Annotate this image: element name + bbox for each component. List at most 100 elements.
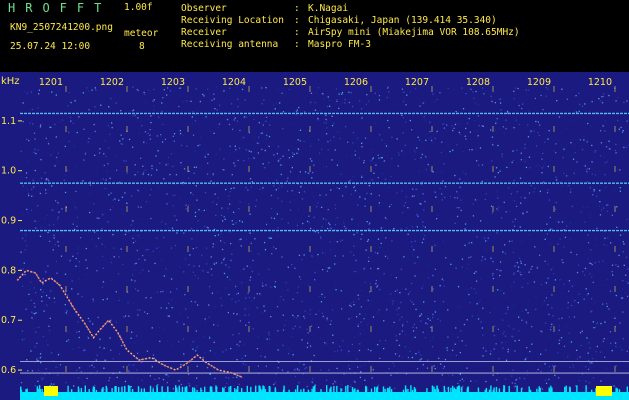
noise-dot [57,354,60,356]
noise-dot [291,165,293,167]
noise-dot [424,336,427,339]
baseline-spike [131,389,134,392]
noise-dot [587,352,589,354]
baseline-spike [447,386,450,392]
baseline-spike [200,387,202,392]
baseline-spike [520,388,523,392]
baseline-spike [259,386,261,392]
noise-dot [528,234,530,236]
noise-dot [462,150,464,153]
noise-dot [315,313,317,315]
noise-dot [576,358,579,360]
noise-dot [30,91,32,93]
noise-dot [303,111,306,113]
noise-dot [614,317,616,319]
noise-dot [440,363,442,365]
noise-dot [522,213,524,215]
noise-dot [514,265,516,267]
noise-dot [279,300,281,302]
noise-dot [455,354,458,357]
noise-dot [462,181,464,183]
datetime-label: 25.07.24 12:00 [10,41,91,52]
noise-dot [306,346,309,348]
noise-dot [511,240,513,242]
noise-dot [430,326,432,329]
noise-dot [33,186,35,188]
noise-dot [505,211,507,213]
noise-dot [490,257,492,259]
noise-dot [420,313,423,315]
noise-dot [466,268,468,270]
noise-dot [137,206,140,208]
noise-dot [238,147,241,149]
noise-dot [268,334,270,336]
noise-dot [484,258,486,260]
noise-dot [22,185,24,187]
noise-dot [335,131,337,133]
noise-dot [432,171,434,173]
noise-dot [592,377,595,379]
noise-dot [606,204,608,206]
baseline-spike [352,389,354,392]
baseline-spike [71,389,73,392]
noise-dot [213,263,215,265]
noise-dot [497,144,499,147]
noise-dot [623,243,625,245]
baseline-spike [382,386,385,392]
noise-dot [345,186,347,188]
noise-dot [158,326,160,329]
noise-dot [416,226,418,228]
noise-dot [604,162,606,164]
noise-dot [472,203,474,205]
noise-dot [520,196,522,199]
noise-dot [42,335,44,338]
noise-dot [95,170,97,172]
noise-dot [428,265,430,267]
noise-dot [398,355,401,357]
noise-dot [551,228,553,230]
baseline-spike [129,385,131,392]
noise-dot [110,261,113,264]
noise-dot [135,240,137,242]
noise-dot [334,263,336,265]
noise-dot [366,221,368,223]
noise-dot [229,203,231,205]
noise-dot [207,153,209,155]
noise-dot [103,388,105,391]
noise-dot [265,138,268,140]
noise-dot [209,373,211,375]
noise-dot [53,234,55,236]
noise-dot [586,337,588,339]
noise-dot [20,382,23,384]
noise-dot [221,207,223,209]
baseline-spike [402,389,405,392]
noise-dot [75,257,77,260]
noise-dot [357,137,359,139]
noise-dot [172,165,174,168]
noise-dot [259,293,261,295]
noise-dot [390,203,392,206]
noise-dot [147,119,149,121]
noise-dot [273,246,275,248]
noise-dot [270,217,273,219]
noise-dot [456,215,459,218]
baseline-spike [313,386,315,392]
noise-dot [609,290,612,292]
noise-dot [112,234,114,236]
baseline-spike [124,385,126,392]
info-sep: : [294,27,300,38]
noise-dot [504,252,507,255]
noise-dot [34,385,36,387]
noise-dot [144,101,146,104]
noise-dot [505,119,507,121]
noise-dot [205,263,208,265]
noise-dot [531,326,533,328]
noise-dot [324,342,326,344]
noise-dot [54,301,56,303]
noise-dot [377,176,379,179]
noise-dot [220,233,223,235]
noise-dot [120,143,122,145]
noise-dot [520,260,522,262]
noise-dot [388,127,390,129]
noise-dot [288,157,291,159]
